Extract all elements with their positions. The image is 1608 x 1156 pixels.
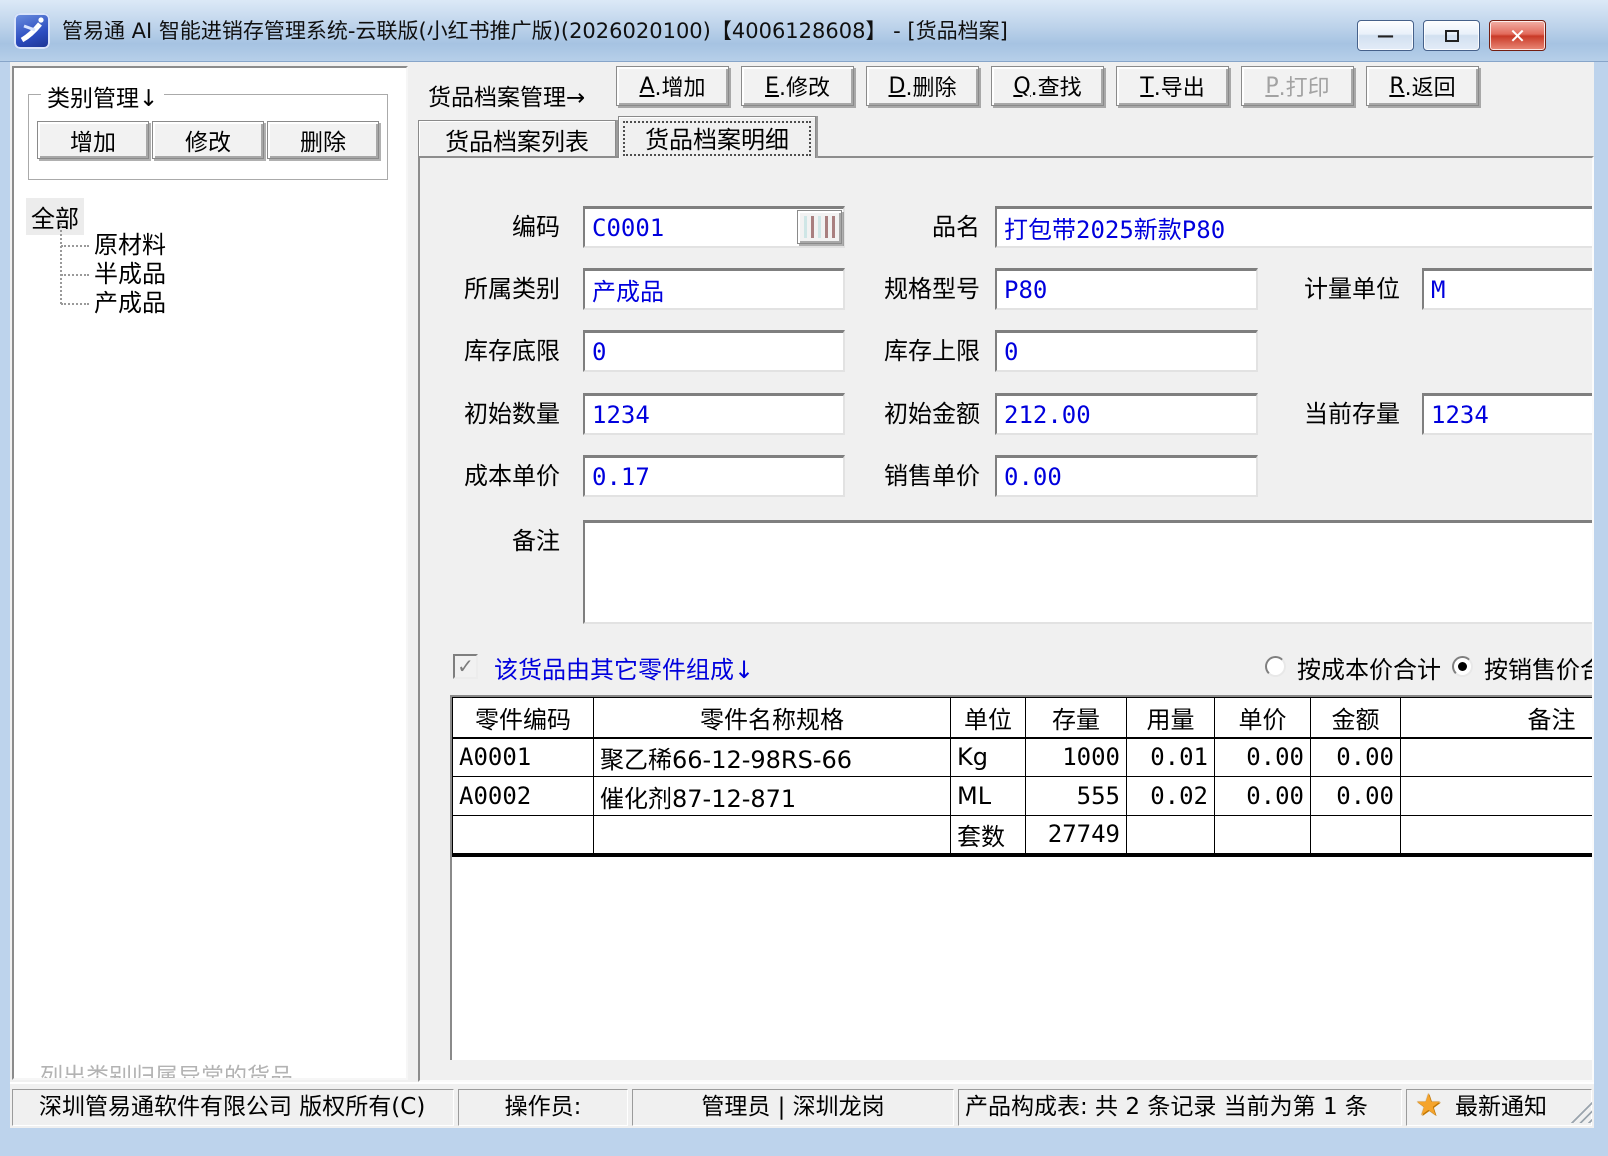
cost-price-input[interactable] — [583, 455, 845, 497]
print-button: P.打印 — [1241, 66, 1354, 106]
init-qty-label: 初始数量 — [427, 393, 560, 435]
status-operator-value: 管理员 | 深圳龙岗 — [632, 1089, 954, 1126]
col-amount: 金额 — [1311, 698, 1401, 738]
spec-input[interactable] — [995, 268, 1258, 310]
category-group: 类别管理↓ 增加 修改 删除 — [28, 94, 388, 180]
summary-row: 套数 27749 — [453, 816, 1595, 855]
client-area: 类别管理↓ 增加 修改 删除 全部 原材料 半成品 产成品 列出类别归属异常的货… — [10, 62, 1594, 1128]
col-stock: 存量 — [1026, 698, 1127, 738]
status-notice[interactable]: ★ 最新通知 — [1406, 1089, 1592, 1126]
status-operator-label: 操作员: — [458, 1089, 628, 1126]
tree-node-all[interactable]: 全部 — [26, 198, 84, 235]
export-button[interactable]: T.导出 — [1116, 66, 1229, 106]
cost-price-label: 成本单价 — [427, 455, 560, 497]
status-bar: 深圳管易通软件有限公司 版权所有(C) 操作员: 管理员 | 深圳龙岗 产品构成… — [10, 1082, 1594, 1128]
table-row[interactable]: A0002 催化剂87-12-871 ML 555 0.02 0.00 0.00 — [453, 777, 1595, 816]
category-tree: 原材料 半成品 产成品 — [60, 231, 166, 318]
category-panel: 类别管理↓ 增加 修改 删除 全部 原材料 半成品 产成品 列出类别归属异常的货… — [12, 66, 408, 1080]
toolbar-title: 货品档案管理→ — [428, 78, 585, 112]
current-stock-label: 当前存量 — [1278, 393, 1400, 435]
sale-price-label: 销售单价 — [835, 455, 980, 497]
table-row[interactable]: A0001 聚乙稀66-12-98RS-66 Kg 1000 0.01 0.00… — [453, 738, 1595, 777]
category-label: 所属类别 — [427, 268, 560, 310]
maximize-icon — [1445, 30, 1459, 42]
status-copyright: 深圳管易通软件有限公司 版权所有(C) — [12, 1089, 454, 1126]
detail-panel: 编码 品名 所属类别 规格型号 计量单位 库存底限 库存上限 初始数量 初始金额… — [418, 156, 1594, 1082]
category-input[interactable] — [583, 268, 845, 310]
browse-icon — [804, 216, 807, 238]
check-icon: ✓ — [457, 654, 474, 678]
category-footer-note[interactable]: 列出类别归属异常的货品 — [40, 1057, 293, 1080]
minimize-icon: — — [1377, 26, 1394, 46]
remark-label: 备注 — [427, 520, 560, 562]
search-button[interactable]: Q.查找 — [991, 66, 1104, 106]
close-button[interactable]: ✕ — [1489, 20, 1546, 51]
category-group-title: 类别管理↓ — [41, 79, 164, 113]
unit-label: 计量单位 — [1278, 268, 1400, 310]
stock-max-input[interactable] — [995, 330, 1258, 372]
radio-by-sale[interactable] — [1452, 656, 1473, 677]
category-add-button[interactable]: 增加 — [37, 121, 149, 159]
sale-price-input[interactable] — [995, 455, 1258, 497]
star-icon: ★ — [1415, 1089, 1442, 1123]
parts-header-row: 零件编码 零件名称规格 单位 存量 用量 单价 金额 备注 — [453, 698, 1595, 738]
tab-goods-detail[interactable]: 货品档案明细 — [618, 116, 816, 158]
add-button[interactable]: A.增加 — [616, 66, 729, 106]
unit-input[interactable] — [1422, 268, 1594, 310]
notice-label: 最新通知 — [1455, 1094, 1547, 1120]
spec-label: 规格型号 — [835, 268, 980, 310]
stock-max-label: 库存上限 — [835, 330, 980, 372]
init-amount-input[interactable] — [995, 393, 1258, 435]
stock-min-input[interactable] — [583, 330, 845, 372]
back-button[interactable]: R.返回 — [1366, 66, 1479, 106]
init-qty-input[interactable] — [583, 393, 845, 435]
maximize-button[interactable] — [1423, 20, 1480, 51]
edit-button[interactable]: E.修改 — [741, 66, 854, 106]
tree-node-raw-material[interactable]: 原材料 — [60, 231, 166, 260]
window-title: 管易通 AI 智能进销存管理系统-云联版(小红书推广版)(2026020100)… — [62, 0, 1008, 62]
tree-node-finished[interactable]: 产成品 — [60, 289, 166, 318]
composed-checkbox[interactable]: ✓ — [453, 654, 478, 679]
name-input[interactable] — [995, 206, 1594, 248]
stock-min-label: 库存底限 — [427, 330, 560, 372]
radio-by-cost[interactable] — [1265, 656, 1286, 677]
col-price: 单价 — [1215, 698, 1311, 738]
toolbar: A.增加 E.修改 D.删除 Q.查找 T.导出 P.打印 R.返回 — [616, 66, 1479, 106]
delete-button[interactable]: D.删除 — [866, 66, 979, 106]
radio-by-cost-label[interactable]: 按成本价合计 — [1297, 650, 1441, 685]
current-stock-input[interactable] — [1422, 393, 1594, 435]
tab-goods-list[interactable]: 货品档案列表 — [418, 120, 616, 157]
init-amount-label: 初始金额 — [835, 393, 980, 435]
name-label: 品名 — [835, 206, 980, 248]
radio-dot — [1458, 662, 1467, 671]
window-controls: — ✕ — [1357, 20, 1546, 51]
code-label: 编码 — [427, 206, 560, 248]
col-remark: 备注 — [1401, 698, 1595, 738]
composed-checkbox-label[interactable]: 该货品由其它零件组成↓ — [494, 650, 754, 685]
category-delete-button[interactable]: 删除 — [267, 121, 379, 159]
tree-node-semi-finished[interactable]: 半成品 — [60, 260, 166, 289]
minimize-button[interactable]: — — [1357, 20, 1414, 51]
status-record-info: 产品构成表: 共 2 条记录 当前为第 1 条 — [958, 1089, 1402, 1126]
col-unit: 单位 — [951, 698, 1026, 738]
col-part-code: 零件编码 — [453, 698, 594, 738]
parts-grid: 零件编码 零件名称规格 单位 存量 用量 单价 金额 备注 A0001 聚乙稀6… — [450, 695, 1594, 1060]
col-part-name: 零件名称规格 — [594, 698, 951, 738]
remark-input[interactable] — [583, 520, 1594, 624]
sets-label: 套数 — [951, 816, 1026, 855]
app-icon — [14, 13, 50, 49]
col-usage: 用量 — [1127, 698, 1215, 738]
radio-by-sale-label[interactable]: 按销售价合计 — [1484, 650, 1594, 685]
title-bar: 管易通 AI 智能进销存管理系统-云联版(小红书推广版)(2026020100)… — [0, 0, 1608, 62]
sets-value: 27749 — [1026, 816, 1127, 855]
close-icon: ✕ — [1509, 24, 1526, 48]
category-edit-button[interactable]: 修改 — [152, 121, 264, 159]
